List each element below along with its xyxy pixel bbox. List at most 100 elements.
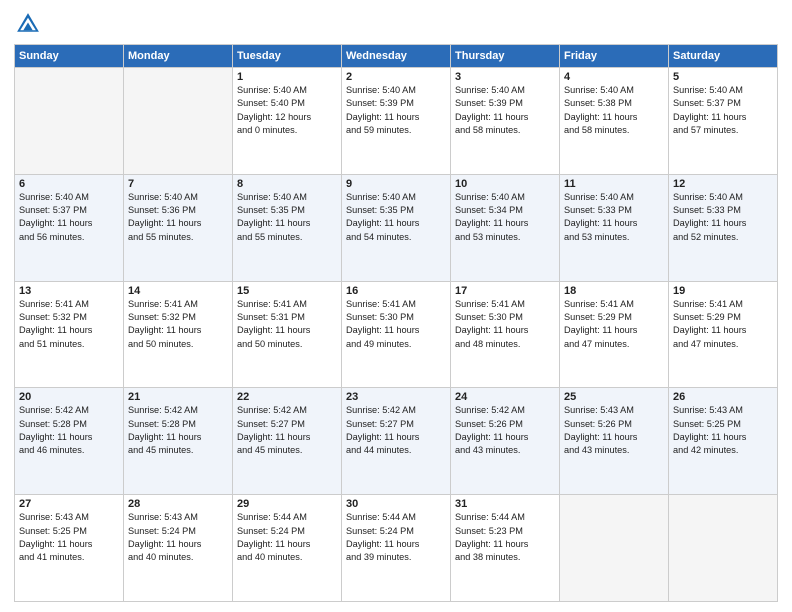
day-number: 29 [237,498,337,510]
day-number: 31 [455,498,555,510]
day-number: 6 [19,178,119,190]
calendar-cell: 22Sunrise: 5:42 AMSunset: 5:27 PMDayligh… [233,388,342,495]
calendar-cell: 14Sunrise: 5:41 AMSunset: 5:32 PMDayligh… [124,281,233,388]
day-number: 8 [237,178,337,190]
calendar-cell: 10Sunrise: 5:40 AMSunset: 5:34 PMDayligh… [451,174,560,281]
calendar-header-monday: Monday [124,45,233,68]
calendar-cell: 28Sunrise: 5:43 AMSunset: 5:24 PMDayligh… [124,495,233,602]
day-number: 12 [673,178,773,190]
day-number: 1 [237,71,337,83]
day-info: Sunrise: 5:42 AMSunset: 5:27 PMDaylight:… [237,404,337,457]
logo-icon [14,10,42,38]
day-number: 11 [564,178,664,190]
day-number: 7 [128,178,228,190]
calendar-cell: 20Sunrise: 5:42 AMSunset: 5:28 PMDayligh… [15,388,124,495]
day-info: Sunrise: 5:44 AMSunset: 5:24 PMDaylight:… [346,511,446,564]
calendar-cell: 3Sunrise: 5:40 AMSunset: 5:39 PMDaylight… [451,68,560,175]
logo [14,10,46,38]
day-info: Sunrise: 5:40 AMSunset: 5:37 PMDaylight:… [673,84,773,137]
calendar-week-row: 6Sunrise: 5:40 AMSunset: 5:37 PMDaylight… [15,174,778,281]
day-info: Sunrise: 5:42 AMSunset: 5:26 PMDaylight:… [455,404,555,457]
day-number: 19 [673,285,773,297]
page: SundayMondayTuesdayWednesdayThursdayFrid… [0,0,792,612]
day-info: Sunrise: 5:41 AMSunset: 5:30 PMDaylight:… [346,298,446,351]
calendar-cell: 12Sunrise: 5:40 AMSunset: 5:33 PMDayligh… [669,174,778,281]
day-info: Sunrise: 5:43 AMSunset: 5:25 PMDaylight:… [673,404,773,457]
calendar-header-tuesday: Tuesday [233,45,342,68]
day-info: Sunrise: 5:40 AMSunset: 5:35 PMDaylight:… [346,191,446,244]
day-number: 2 [346,71,446,83]
day-number: 24 [455,391,555,403]
calendar-cell: 24Sunrise: 5:42 AMSunset: 5:26 PMDayligh… [451,388,560,495]
calendar-header-saturday: Saturday [669,45,778,68]
calendar-cell: 5Sunrise: 5:40 AMSunset: 5:37 PMDaylight… [669,68,778,175]
day-number: 15 [237,285,337,297]
calendar-cell: 25Sunrise: 5:43 AMSunset: 5:26 PMDayligh… [560,388,669,495]
calendar-cell: 6Sunrise: 5:40 AMSunset: 5:37 PMDaylight… [15,174,124,281]
day-info: Sunrise: 5:41 AMSunset: 5:29 PMDaylight:… [564,298,664,351]
day-number: 16 [346,285,446,297]
day-number: 21 [128,391,228,403]
day-info: Sunrise: 5:42 AMSunset: 5:27 PMDaylight:… [346,404,446,457]
day-number: 14 [128,285,228,297]
calendar-header-sunday: Sunday [15,45,124,68]
day-number: 10 [455,178,555,190]
calendar-table: SundayMondayTuesdayWednesdayThursdayFrid… [14,44,778,602]
calendar-header-wednesday: Wednesday [342,45,451,68]
day-info: Sunrise: 5:43 AMSunset: 5:24 PMDaylight:… [128,511,228,564]
day-info: Sunrise: 5:41 AMSunset: 5:32 PMDaylight:… [19,298,119,351]
header [14,10,778,38]
calendar-cell [124,68,233,175]
calendar-cell: 8Sunrise: 5:40 AMSunset: 5:35 PMDaylight… [233,174,342,281]
calendar-cell: 27Sunrise: 5:43 AMSunset: 5:25 PMDayligh… [15,495,124,602]
calendar-cell: 2Sunrise: 5:40 AMSunset: 5:39 PMDaylight… [342,68,451,175]
day-number: 17 [455,285,555,297]
day-number: 26 [673,391,773,403]
day-info: Sunrise: 5:40 AMSunset: 5:40 PMDaylight:… [237,84,337,137]
calendar-cell: 30Sunrise: 5:44 AMSunset: 5:24 PMDayligh… [342,495,451,602]
day-info: Sunrise: 5:41 AMSunset: 5:29 PMDaylight:… [673,298,773,351]
day-number: 27 [19,498,119,510]
calendar-cell: 16Sunrise: 5:41 AMSunset: 5:30 PMDayligh… [342,281,451,388]
day-number: 5 [673,71,773,83]
calendar-week-row: 27Sunrise: 5:43 AMSunset: 5:25 PMDayligh… [15,495,778,602]
calendar-cell: 18Sunrise: 5:41 AMSunset: 5:29 PMDayligh… [560,281,669,388]
day-number: 22 [237,391,337,403]
day-info: Sunrise: 5:40 AMSunset: 5:35 PMDaylight:… [237,191,337,244]
day-info: Sunrise: 5:40 AMSunset: 5:34 PMDaylight:… [455,191,555,244]
calendar-cell: 4Sunrise: 5:40 AMSunset: 5:38 PMDaylight… [560,68,669,175]
calendar-cell: 26Sunrise: 5:43 AMSunset: 5:25 PMDayligh… [669,388,778,495]
day-number: 25 [564,391,664,403]
calendar-header-row: SundayMondayTuesdayWednesdayThursdayFrid… [15,45,778,68]
day-info: Sunrise: 5:44 AMSunset: 5:23 PMDaylight:… [455,511,555,564]
day-number: 3 [455,71,555,83]
day-info: Sunrise: 5:42 AMSunset: 5:28 PMDaylight:… [128,404,228,457]
day-number: 18 [564,285,664,297]
day-number: 30 [346,498,446,510]
day-info: Sunrise: 5:40 AMSunset: 5:36 PMDaylight:… [128,191,228,244]
day-info: Sunrise: 5:40 AMSunset: 5:39 PMDaylight:… [455,84,555,137]
calendar-cell [15,68,124,175]
day-number: 13 [19,285,119,297]
calendar-cell: 23Sunrise: 5:42 AMSunset: 5:27 PMDayligh… [342,388,451,495]
day-info: Sunrise: 5:43 AMSunset: 5:26 PMDaylight:… [564,404,664,457]
calendar-header-friday: Friday [560,45,669,68]
day-number: 23 [346,391,446,403]
calendar-cell: 11Sunrise: 5:40 AMSunset: 5:33 PMDayligh… [560,174,669,281]
day-info: Sunrise: 5:44 AMSunset: 5:24 PMDaylight:… [237,511,337,564]
day-number: 20 [19,391,119,403]
day-number: 28 [128,498,228,510]
day-info: Sunrise: 5:41 AMSunset: 5:30 PMDaylight:… [455,298,555,351]
calendar-cell: 15Sunrise: 5:41 AMSunset: 5:31 PMDayligh… [233,281,342,388]
day-number: 9 [346,178,446,190]
day-info: Sunrise: 5:40 AMSunset: 5:39 PMDaylight:… [346,84,446,137]
day-info: Sunrise: 5:40 AMSunset: 5:33 PMDaylight:… [564,191,664,244]
calendar-week-row: 13Sunrise: 5:41 AMSunset: 5:32 PMDayligh… [15,281,778,388]
day-info: Sunrise: 5:40 AMSunset: 5:37 PMDaylight:… [19,191,119,244]
day-info: Sunrise: 5:43 AMSunset: 5:25 PMDaylight:… [19,511,119,564]
calendar-cell: 21Sunrise: 5:42 AMSunset: 5:28 PMDayligh… [124,388,233,495]
calendar-week-row: 1Sunrise: 5:40 AMSunset: 5:40 PMDaylight… [15,68,778,175]
calendar-cell: 19Sunrise: 5:41 AMSunset: 5:29 PMDayligh… [669,281,778,388]
day-number: 4 [564,71,664,83]
day-info: Sunrise: 5:41 AMSunset: 5:32 PMDaylight:… [128,298,228,351]
